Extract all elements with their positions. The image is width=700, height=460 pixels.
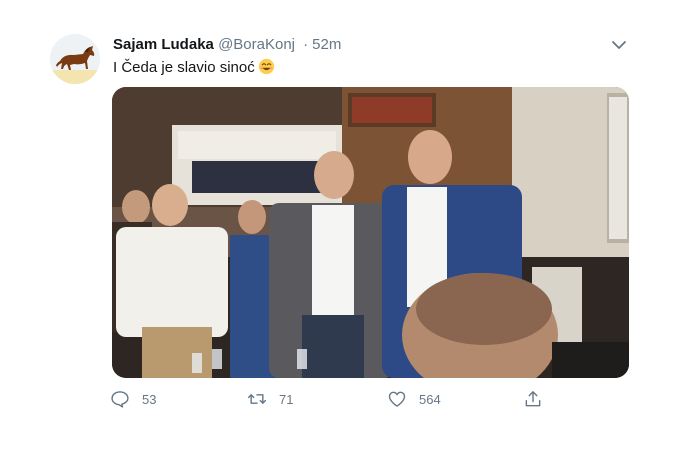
reply-icon (111, 391, 129, 408)
tweet-text: I Čeda je slavio sinoć (113, 59, 255, 76)
author-handle[interactable]: @BoraKonj (218, 36, 295, 53)
tweet-photo[interactable] (112, 87, 629, 378)
retweet-button[interactable]: 71 (247, 388, 293, 410)
avatar[interactable] (50, 34, 100, 84)
horse-icon (50, 34, 100, 84)
tweet: Sajam Ludaka @BoraKonj · 52m I Čeda je sl… (0, 0, 700, 460)
reply-count: 53 (142, 391, 157, 407)
share-button[interactable] (523, 388, 543, 410)
reply-button[interactable]: 53 (110, 388, 156, 410)
photo-scene (112, 87, 629, 378)
heart-icon (388, 391, 406, 407)
like-count: 564 (419, 391, 441, 407)
timestamp[interactable]: 52m (312, 36, 341, 53)
chevron-down-icon (612, 41, 626, 49)
tweet-menu-button[interactable] (610, 36, 628, 54)
retweet-icon (247, 394, 267, 404)
share-icon (525, 391, 541, 407)
author-name[interactable]: Sajam Ludaka (113, 36, 214, 53)
separator-dot: · (303, 36, 309, 53)
tweet-header: Sajam Ludaka @BoraKonj · 52m (113, 36, 341, 56)
smiling-face-icon (258, 58, 275, 75)
retweet-count: 71 (279, 391, 294, 407)
tweet-text-row: I Čeda je slavio sinoć (113, 58, 275, 78)
like-button[interactable]: 564 (387, 388, 441, 410)
